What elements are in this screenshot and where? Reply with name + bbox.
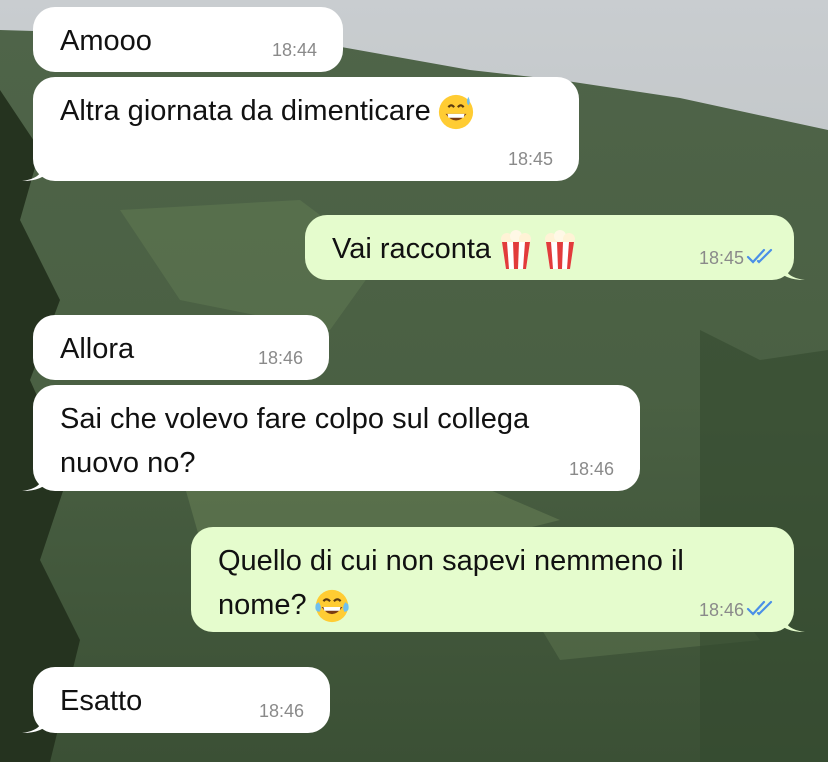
message-time: 18:46 xyxy=(257,348,303,368)
tears-of-joy-emoji xyxy=(315,590,349,623)
message-time: 18:46 xyxy=(568,459,614,479)
message-text-line: nuovo no? xyxy=(60,447,196,479)
message-text: Altra giornata da dimenticare xyxy=(60,89,559,133)
message-time: 18:45 xyxy=(507,149,553,169)
incoming-message[interactable]: Altra giornata da dimenticare 18:45 xyxy=(22,77,579,181)
incoming-message[interactable]: Amooo 18:44 xyxy=(33,7,343,72)
message-time: 18:46 xyxy=(698,600,744,620)
outgoing-message[interactable]: Vai racconta 18:45 xyxy=(305,215,805,280)
message-text-content: Altra giornata da dimenticare xyxy=(60,95,431,127)
bubble-tail xyxy=(22,707,50,733)
incoming-message[interactable]: Allora 18:46 xyxy=(33,315,329,380)
grinning-sweat-emoji xyxy=(438,95,473,130)
read-receipt-icon xyxy=(746,248,773,264)
message-list[interactable]: Amooo 18:44 Altra giornata da dimenticar… xyxy=(0,0,828,762)
message-time: 18:46 xyxy=(258,701,304,721)
message-text-line: Sai che volevo fare colpo sul collega xyxy=(60,403,530,435)
message-time: 18:45 xyxy=(698,248,744,268)
bubble-tail xyxy=(777,254,805,280)
bubble-tail xyxy=(22,155,50,181)
message-text-content: nome? xyxy=(218,589,307,621)
popcorn-emoji xyxy=(545,230,576,270)
message-text: nome? xyxy=(218,583,774,627)
message-time: 18:44 xyxy=(271,40,317,60)
popcorn-emoji xyxy=(501,230,532,270)
incoming-message[interactable]: Sai che volevo fare colpo sul collega nu… xyxy=(22,385,640,491)
bubble-tail xyxy=(22,465,50,491)
message-text-content: Vai racconta xyxy=(332,233,492,265)
read-receipt-icon xyxy=(746,600,773,616)
bubble-tail xyxy=(777,606,805,632)
message-text-line: Quello di cui non sapevi nemmeno il xyxy=(218,545,684,577)
incoming-message[interactable]: Esatto 18:46 xyxy=(22,667,330,733)
outgoing-message[interactable]: Quello di cui non sapevi nemmeno il nome… xyxy=(191,527,805,632)
